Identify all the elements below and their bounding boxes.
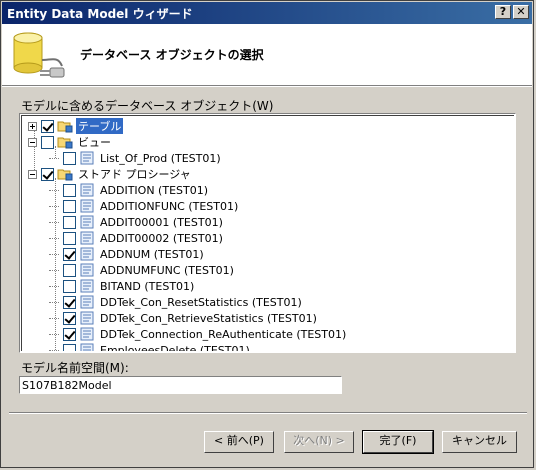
back-button[interactable]: < 前へ(P) <box>204 431 274 453</box>
tree-guide-line <box>49 269 59 271</box>
tree-node-label: BITAND (TEST01) <box>100 279 195 293</box>
tree-guide-line <box>49 317 59 319</box>
collapse-icon[interactable] <box>28 169 37 179</box>
object-tree-viewport[interactable]: テーブルビュー List_Of_Prod (TEST01) ストアド プロシージャ A… <box>21 115 514 351</box>
tree-node-label: ADDIT00001 (TEST01) <box>100 215 223 229</box>
tree-guide-line <box>49 189 59 191</box>
node-checkbox[interactable] <box>63 263 76 277</box>
tree-item-node[interactable]: ADDIT00002 (TEST01) <box>49 230 225 246</box>
tree-guide-line <box>49 285 59 287</box>
database-plug-icon <box>13 32 65 78</box>
window-title: Entity Data Model ウィザード <box>7 7 193 21</box>
stored-procedure-icon <box>80 215 94 229</box>
tree-guide-line <box>49 205 59 207</box>
node-checkbox[interactable] <box>41 135 54 149</box>
node-checkbox[interactable] <box>63 231 76 245</box>
tree-node-label: ストアド プロシージャ <box>78 168 191 181</box>
next-button[interactable]: 次へ(N) > <box>284 431 354 453</box>
tree-item-node[interactable]: ADDNUM (TEST01) <box>49 246 206 262</box>
tree-item-node[interactable]: EmployeesDelete (TEST01) <box>49 342 252 351</box>
tree-node-label: DDTek_Con_RetrieveStatistics (TEST01) <box>100 311 317 325</box>
objects-label: モデルに含めるデータベース オブジェクト(W) <box>21 99 274 113</box>
tree-item-node[interactable]: BITAND (TEST01) <box>49 278 196 294</box>
node-checkbox[interactable] <box>63 295 76 309</box>
folder-icon <box>57 137 73 149</box>
stored-procedure-icon <box>80 199 94 213</box>
node-checkbox[interactable] <box>63 199 76 213</box>
tree-guide-line <box>49 301 59 303</box>
stored-procedure-icon <box>80 279 94 293</box>
node-checkbox[interactable] <box>63 279 76 293</box>
tree-node-label: DDTek_Connection_ReAuthenticate (TEST01) <box>100 327 347 341</box>
header-divider <box>2 86 532 87</box>
stored-procedure-icon <box>80 327 94 341</box>
node-checkbox[interactable] <box>63 311 76 325</box>
tree-node-label: DDTek_Con_ResetStatistics (TEST01) <box>100 295 302 309</box>
tree-node-label: ADDIT00002 (TEST01) <box>100 231 223 245</box>
tree-item-node[interactable]: ADDITION (TEST01) <box>49 182 210 198</box>
node-checkbox[interactable] <box>63 215 76 229</box>
tree-item-node[interactable]: List_Of_Prod (TEST01) <box>49 150 223 166</box>
help-button[interactable]: ? <box>495 5 511 19</box>
node-checkbox[interactable] <box>63 327 76 341</box>
node-checkbox[interactable] <box>63 247 76 261</box>
stored-procedure-icon <box>80 231 94 245</box>
collapse-icon[interactable] <box>28 137 37 147</box>
tree-guide-line <box>49 221 59 223</box>
close-button[interactable]: ✕ <box>513 5 529 19</box>
node-checkbox[interactable] <box>41 119 54 133</box>
tree-guide-line <box>49 237 59 239</box>
node-checkbox[interactable] <box>63 343 76 351</box>
tree-node-label: EmployeesDelete (TEST01) <box>100 343 250 352</box>
tree-item-node[interactable]: ADDIT00001 (TEST01) <box>49 214 225 230</box>
tree-guide-line <box>49 333 59 335</box>
tree-node-label: ビュー <box>78 136 111 149</box>
tree-node-label: ADDITION (TEST01) <box>100 183 209 197</box>
folder-icon <box>57 169 73 181</box>
stored-procedure-icon <box>80 311 94 325</box>
tree-item-node[interactable]: DDTek_Con_RetrieveStatistics (TEST01) <box>49 310 319 326</box>
namespace-label: モデル名前空間(M): <box>21 361 129 375</box>
tree-guide-line <box>49 349 59 351</box>
folder-icon <box>57 121 73 133</box>
tree-item-node[interactable]: ADDNUMFUNC (TEST01) <box>49 262 236 278</box>
finish-button[interactable]: 完了(F) <box>362 430 434 454</box>
tree-node-label: List_Of_Prod (TEST01) <box>100 151 221 165</box>
node-checkbox[interactable] <box>63 151 76 165</box>
stored-procedure-icon <box>80 263 94 277</box>
wizard-header: データベース オブジェクトの選択 <box>2 24 532 86</box>
tree-guide-line <box>49 253 59 255</box>
stored-procedure-icon <box>80 343 94 351</box>
stored-procedure-icon <box>80 247 94 261</box>
title-bar[interactable]: Entity Data Model ウィザード ? ✕ <box>2 2 532 24</box>
stored-procedure-icon <box>80 295 94 309</box>
object-tree[interactable]: テーブルビュー List_Of_Prod (TEST01) ストアド プロシージャ A… <box>19 113 516 353</box>
tree-node-label: ADDNUM (TEST01) <box>100 247 204 261</box>
expand-icon[interactable] <box>28 121 37 131</box>
tree-folder-node[interactable]: ストアド プロシージャ <box>28 166 193 182</box>
tree-node-label: ADDNUMFUNC (TEST01) <box>100 263 234 277</box>
cancel-button[interactable]: キャンセル <box>442 431 517 453</box>
footer-divider <box>9 412 527 414</box>
node-checkbox[interactable] <box>63 183 76 197</box>
tree-folder-node[interactable]: テーブル <box>28 118 124 134</box>
node-checkbox[interactable] <box>41 167 54 181</box>
tree-item-node[interactable]: DDTek_Con_ResetStatistics (TEST01) <box>49 294 304 310</box>
tree-folder-node[interactable]: ビュー <box>28 134 113 150</box>
namespace-input[interactable] <box>19 376 342 394</box>
wizard-window: Entity Data Model ウィザード ? ✕ データベース オブジェク… <box>0 0 534 468</box>
tree-node-label: ADDITIONFUNC (TEST01) <box>100 199 239 213</box>
tree-node-label: テーブル <box>76 118 124 134</box>
tree-guide-line <box>49 157 59 159</box>
tree-item-node[interactable]: ADDITIONFUNC (TEST01) <box>49 198 240 214</box>
tree-item-node[interactable]: DDTek_Connection_ReAuthenticate (TEST01) <box>49 326 348 342</box>
stored-procedure-icon <box>80 183 94 197</box>
header-title: データベース オブジェクトの選択 <box>80 48 264 62</box>
view-icon <box>80 151 94 165</box>
